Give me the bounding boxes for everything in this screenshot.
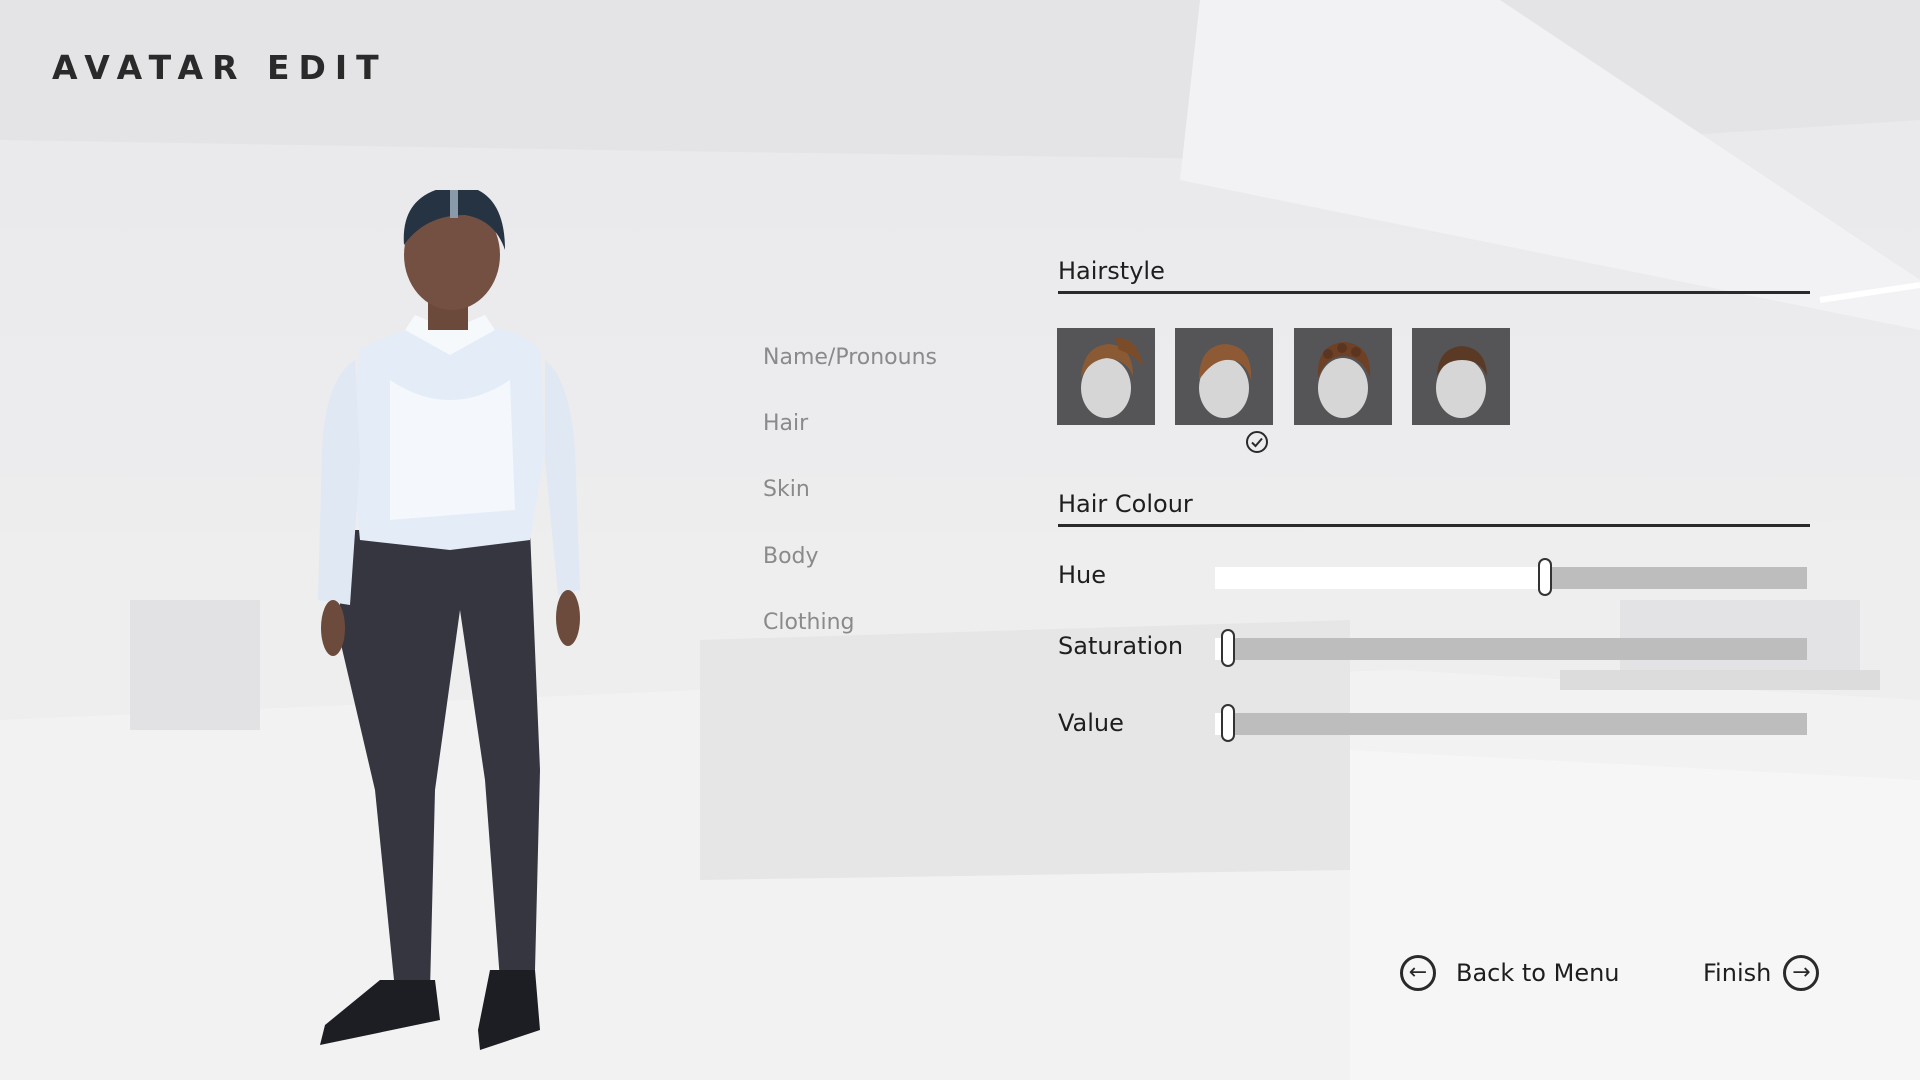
- finish-button[interactable]: Finish →: [1703, 955, 1820, 991]
- saturation-label: Saturation: [1058, 632, 1184, 660]
- side-part-hair-icon: [1199, 344, 1252, 418]
- avatar-edit-screen: AVATAR EDIT Name/Pronouns Hair Skin Body…: [0, 0, 1920, 1080]
- saturation-slider-thumb[interactable]: [1221, 629, 1235, 667]
- arrow-left-circle-icon: ←: [1400, 955, 1436, 991]
- hairstyle-heading: Hairstyle: [1058, 257, 1165, 285]
- page-title: AVATAR EDIT: [52, 48, 388, 87]
- hair-colour-heading: Hair Colour: [1058, 490, 1193, 518]
- menu-item-body[interactable]: Body: [763, 544, 819, 569]
- hair-colour-header: Hair Colour: [1058, 490, 1810, 527]
- saturation-slider[interactable]: [1215, 629, 1807, 667]
- checkmark-circle-icon: [1246, 431, 1268, 453]
- room-background: [0, 0, 1920, 1080]
- value-slider[interactable]: [1215, 704, 1807, 742]
- menu-item-hair[interactable]: Hair: [763, 411, 808, 436]
- hue-label: Hue: [1058, 561, 1107, 589]
- ponytail-hair-icon: [1081, 337, 1143, 418]
- value-label: Value: [1058, 709, 1124, 737]
- back-to-menu-button[interactable]: ← Back to Menu: [1400, 955, 1620, 991]
- menu-item-name-pronouns[interactable]: Name/Pronouns: [763, 345, 937, 370]
- hue-slider-thumb[interactable]: [1537, 558, 1552, 596]
- finish-label: Finish: [1703, 959, 1772, 987]
- menu-item-clothing[interactable]: Clothing: [763, 610, 855, 635]
- arrow-right-circle-icon: →: [1783, 955, 1820, 991]
- hairstyle-option-3[interactable]: [1294, 328, 1392, 425]
- hue-slider[interactable]: [1215, 558, 1807, 596]
- hairstyle-option-2[interactable]: [1175, 328, 1273, 425]
- short-crop-hair-icon: [1436, 346, 1487, 418]
- hue-slider-fill: [1215, 567, 1545, 589]
- menu-item-skin[interactable]: Skin: [763, 477, 810, 502]
- hairstyle-option-1[interactable]: [1057, 328, 1155, 425]
- hairstyle-option-4[interactable]: [1412, 328, 1510, 425]
- avatar-preview: [318, 190, 580, 1050]
- back-to-menu-label: Back to Menu: [1456, 959, 1620, 987]
- curly-hair-icon: [1317, 342, 1371, 418]
- value-slider-thumb[interactable]: [1221, 704, 1235, 742]
- hairstyle-header: Hairstyle: [1058, 257, 1810, 294]
